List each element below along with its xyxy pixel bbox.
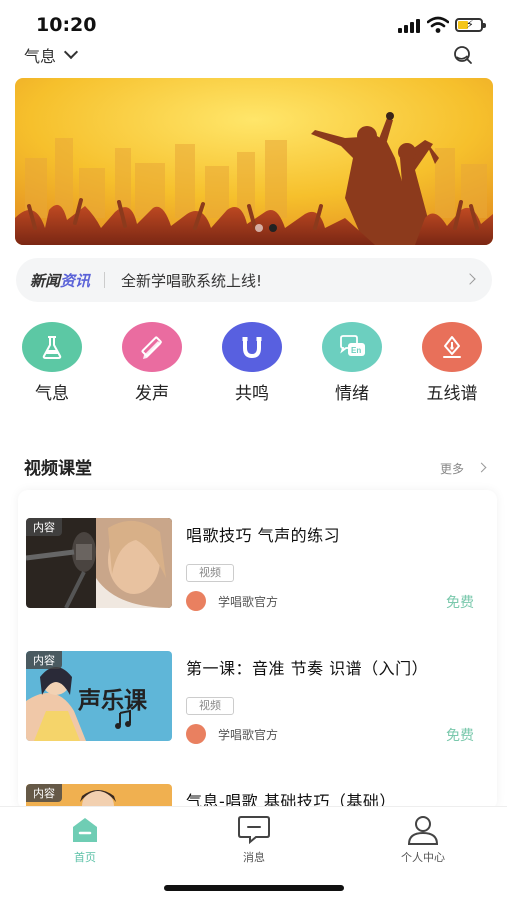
section-title: 视频课堂 bbox=[24, 459, 92, 479]
carousel-dot[interactable] bbox=[255, 224, 263, 232]
news-badge-b: 资讯 bbox=[60, 271, 91, 290]
magnet-icon bbox=[242, 337, 262, 359]
tab-messages[interactable]: 消息 bbox=[204, 815, 304, 865]
category-dropdown-label: 气息 bbox=[24, 47, 57, 66]
pen-nib-icon bbox=[443, 336, 461, 358]
divider bbox=[104, 272, 106, 288]
category-icon-bg: En bbox=[322, 322, 382, 372]
category-label: 发声 bbox=[135, 384, 169, 404]
svg-text:En: En bbox=[351, 346, 361, 355]
category-label: 共鸣 bbox=[235, 384, 269, 404]
news-badge-a: 新闻 bbox=[30, 271, 61, 290]
wifi-icon bbox=[427, 16, 449, 33]
chevron-down-icon bbox=[63, 44, 79, 60]
price-label: 免费 bbox=[446, 728, 474, 744]
thumbnail-text: 声乐课 bbox=[78, 688, 147, 714]
price-label: 免费 bbox=[446, 595, 474, 611]
news-ticker[interactable]: 新闻资讯 全新学唱歌系统上线! bbox=[16, 258, 492, 302]
course-item[interactable]: 内容 唱歌技巧 气声的练习 视频 学唱歌官方 免费 bbox=[18, 518, 497, 611]
chevron-right-icon bbox=[464, 273, 476, 285]
content-tag: 内容 bbox=[26, 784, 62, 802]
category-label: 情绪 bbox=[335, 384, 369, 404]
category-emotion[interactable]: En 情绪 bbox=[312, 322, 392, 404]
course-thumbnail: 内容 bbox=[26, 518, 172, 608]
publisher-avatar bbox=[186, 724, 206, 744]
category-grid: 气息 发声 共鸣 En 情绪 五线谱 bbox=[0, 322, 507, 404]
user-icon bbox=[405, 815, 441, 845]
category-label: 气息 bbox=[35, 384, 69, 404]
home-indicator[interactable] bbox=[164, 885, 344, 891]
battery-icon: ⚡ bbox=[455, 18, 486, 32]
tab-label: 消息 bbox=[243, 851, 265, 864]
tab-profile[interactable]: 个人中心 bbox=[373, 815, 473, 865]
search-icon[interactable] bbox=[452, 45, 474, 65]
category-icon-bg bbox=[22, 322, 82, 372]
chat-en-icon: En bbox=[340, 335, 365, 356]
carousel-dots[interactable] bbox=[255, 224, 277, 232]
content-tag: 内容 bbox=[26, 518, 62, 536]
publisher-avatar bbox=[186, 591, 206, 611]
ruler-pencil-icon bbox=[141, 336, 162, 359]
signal-icon bbox=[398, 19, 420, 33]
category-staff[interactable]: 五线谱 bbox=[412, 322, 492, 404]
flask-icon bbox=[42, 336, 62, 359]
category-vocalize[interactable]: 发声 bbox=[112, 322, 192, 404]
tab-home[interactable]: 首页 bbox=[35, 815, 135, 865]
course-type-badge: 视频 bbox=[186, 697, 234, 715]
chevron-right-icon[interactable] bbox=[476, 462, 487, 473]
concert-illustration bbox=[15, 78, 493, 245]
category-icon-bg bbox=[122, 322, 182, 372]
course-type-badge: 视频 bbox=[186, 564, 234, 582]
category-icon-bg bbox=[222, 322, 282, 372]
course-item[interactable]: 内容 声乐课 第一课：音准 节奏 识谱（入门） 视频 学唱歌官方 免费 bbox=[18, 651, 497, 744]
course-title: 唱歌技巧 气声的练习 bbox=[186, 526, 341, 545]
message-icon bbox=[236, 815, 272, 845]
category-icon-bg bbox=[422, 322, 482, 372]
category-resonance[interactable]: 共鸣 bbox=[212, 322, 292, 404]
carousel-dot[interactable] bbox=[269, 224, 277, 232]
course-thumbnail: 内容 声乐课 bbox=[26, 651, 172, 741]
publisher-name: 学唱歌官方 bbox=[218, 595, 279, 609]
tab-label: 首页 bbox=[74, 851, 96, 864]
course-list: 内容 唱歌技巧 气声的练习 视频 学唱歌官方 免费 内容 声乐课 第一课：音准 … bbox=[18, 490, 497, 810]
publisher-name: 学唱歌官方 bbox=[218, 728, 279, 742]
promo-banner[interactable] bbox=[15, 78, 493, 245]
home-icon bbox=[67, 815, 103, 845]
category-breath[interactable]: 气息 bbox=[12, 322, 92, 404]
category-label: 五线谱 bbox=[426, 384, 478, 404]
content-tag: 内容 bbox=[26, 651, 62, 669]
course-title: 第一课：音准 节奏 识谱（入门） bbox=[186, 659, 429, 678]
category-dropdown[interactable]: 气息 bbox=[24, 44, 79, 66]
news-badge: 新闻资讯 bbox=[30, 270, 90, 291]
more-link[interactable]: 更多 bbox=[440, 460, 464, 477]
status-time: 10:20 bbox=[36, 14, 97, 36]
status-bar: 10:20 ⚡ bbox=[0, 0, 507, 44]
news-headline: 全新学唱歌系统上线! bbox=[121, 271, 263, 290]
tab-label: 个人中心 bbox=[401, 851, 445, 864]
